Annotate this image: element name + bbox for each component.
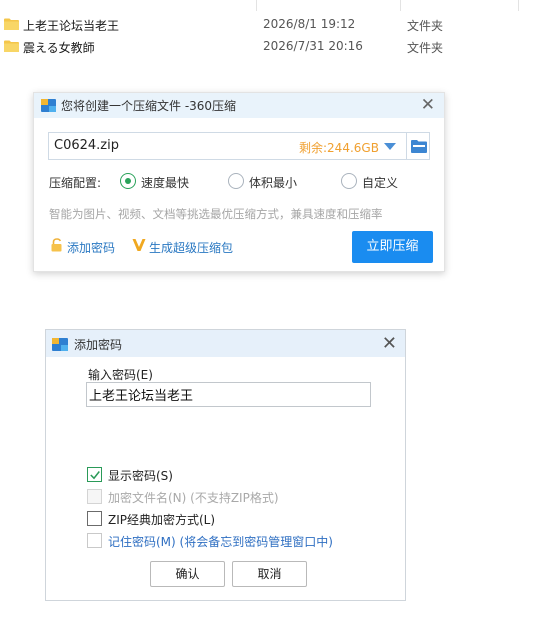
compress-dialog-titlebar[interactable]: 您将创建一个压缩文件 -360压缩 ✕ (34, 93, 444, 118)
checkbox-label: 显示密码(S) (108, 469, 173, 483)
checkbox-label: 记住密码(M) (将会备忘到密码管理窗口中) (108, 535, 333, 549)
password-dialog-titlebar[interactable]: 添加密码 ✕ (46, 330, 405, 357)
compress-hint: 智能为图片、视频、文档等挑选最优压缩方式，兼具速度和压缩率 (49, 207, 383, 221)
compress-config-label: 压缩配置: (49, 176, 102, 190)
checkbox-box (87, 533, 102, 548)
radio-unselected-icon (228, 173, 244, 189)
archive-app-icon (52, 338, 68, 351)
archive-path-value[interactable]: C0624.zip (54, 138, 119, 153)
divider (406, 133, 407, 159)
file-date: 2026/8/1 19:12 (263, 17, 356, 31)
browse-folder-icon[interactable] (411, 139, 427, 153)
archive-path-field[interactable]: C0624.zip 剩余:244.6GB (48, 132, 430, 160)
add-password-dialog: 添加密码 ✕ 输入密码(E) 显示密码(S) 加密文件名(N) (不支持ZIP格… (45, 329, 406, 601)
checkbox-label: 加密文件名(N) (不支持ZIP格式) (108, 491, 279, 505)
add-password-link-label: 添加密码 (67, 241, 116, 255)
file-type: 文件夹 (407, 19, 444, 33)
super-compress-link-label: 生成超级压缩包 (149, 241, 234, 255)
radio-label: 体积最小 (249, 176, 298, 190)
column-separator (256, 0, 257, 11)
cancel-button[interactable]: 取消 (232, 561, 307, 587)
lock-icon (51, 238, 62, 252)
vip-v-icon (132, 239, 146, 251)
radio-label: 自定义 (362, 176, 399, 190)
compress-now-button[interactable]: 立即压缩 (352, 231, 433, 263)
ok-button[interactable]: 确认 (150, 561, 225, 587)
close-icon[interactable]: ✕ (421, 95, 435, 115)
file-type: 文件夹 (407, 41, 444, 55)
file-date: 2026/7/31 20:16 (263, 39, 363, 53)
password-input-label: 输入密码(E) (88, 368, 153, 382)
file-name: 震える女教師 (23, 41, 95, 55)
folder-icon (4, 40, 19, 52)
compress-dialog: 您将创建一个压缩文件 -360压缩 ✕ C0624.zip 剩余:244.6GB… (33, 92, 445, 272)
archive-app-icon (41, 99, 56, 112)
column-separator (400, 0, 401, 11)
checkbox-box (87, 511, 102, 526)
file-row-2[interactable]: 震える女教師 2026/7/31 20:16 文件夹 (0, 37, 539, 59)
file-row-1[interactable]: 上老王论坛当老王 2026/8/1 19:12 文件夹 (0, 15, 539, 37)
checkbox-box (87, 467, 102, 482)
compress-dialog-title: 您将创建一个压缩文件 -360压缩 (61, 99, 237, 113)
folder-icon (4, 18, 19, 30)
file-name: 上老王论坛当老王 (23, 19, 120, 33)
password-dialog-title: 添加密码 (74, 338, 123, 352)
close-icon[interactable]: ✕ (382, 334, 397, 354)
radio-unselected-icon (341, 173, 357, 189)
column-separator (518, 0, 519, 11)
radio-selected-icon (120, 173, 136, 189)
checkbox-box (87, 489, 102, 504)
radio-label: 速度最快 (141, 176, 190, 190)
free-space-label: 剩余:244.6GB (299, 141, 379, 155)
dropdown-arrow-icon[interactable] (383, 140, 397, 152)
checkmark-icon (90, 471, 100, 480)
checkbox-label: ZIP经典加密方式(L) (108, 513, 216, 527)
password-input[interactable] (86, 382, 371, 407)
